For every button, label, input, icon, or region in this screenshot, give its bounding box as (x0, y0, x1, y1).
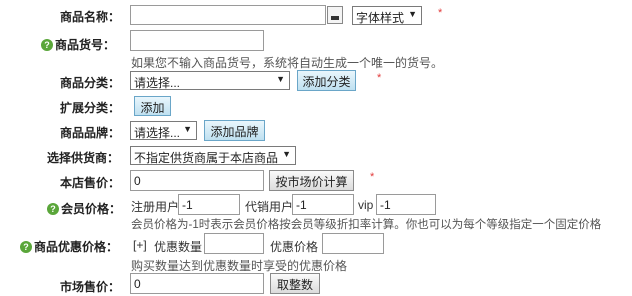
shop-price-input[interactable] (130, 170, 264, 191)
volume-price-input[interactable] (322, 233, 384, 254)
triangle-down-icon: ▼ (183, 124, 192, 134)
sn-input[interactable] (130, 30, 264, 51)
question-circle-icon[interactable]: ? (41, 38, 53, 51)
brand-label: 商品品牌： (60, 126, 121, 140)
member-price-hint: 会员价格为-1时表示会员价格按会员等级折扣率计算。你也可以为每个等级指定一个固定… (131, 219, 602, 231)
question-circle-icon[interactable]: ? (47, 202, 59, 215)
volume-price-toggle[interactable]: [+] (133, 238, 147, 252)
registered-user-label: 注册用户 (131, 200, 180, 214)
category-select-value: 请选择... (134, 76, 181, 90)
volume-qty-label: 优惠数量 (154, 240, 203, 254)
brand-select-value: 请选择... (134, 126, 181, 140)
market-price-label: 市场售价： (60, 280, 121, 294)
color-picker-icon[interactable] (327, 6, 343, 24)
vip-price-input[interactable] (376, 194, 436, 215)
font-style-select[interactable]: 字体样式 ▼ (352, 6, 422, 25)
category-select[interactable]: 请选择... ▼ (130, 71, 290, 90)
sn-label-text: 商品货号： (55, 38, 116, 52)
add-ext-category-button[interactable]: 添加 (134, 96, 171, 116)
triangle-down-icon: ▼ (276, 74, 285, 84)
volume-price-label-text: 商品优惠价格： (34, 240, 119, 254)
vip-label: vip (358, 198, 374, 212)
sn-label: ? 商品货号： (41, 36, 115, 53)
registered-user-price-input[interactable] (178, 194, 240, 215)
agent-user-label: 代销用户 (245, 200, 294, 214)
triangle-down-icon: ▼ (408, 9, 417, 19)
question-circle-icon[interactable]: ? (20, 240, 32, 253)
agent-user-price-input[interactable] (292, 194, 354, 215)
required-star: * (370, 171, 375, 183)
volume-price-hint: 购买数量达到优惠数量时享受的优惠价格 (131, 259, 348, 273)
volume-price-label: ? 商品优惠价格： (20, 238, 118, 255)
add-brand-button[interactable]: 添加品牌 (204, 120, 265, 141)
calc-by-market-price-button[interactable]: 按市场价计算 (269, 170, 354, 191)
font-style-value: 字体样式 (356, 11, 405, 25)
shop-price-label: 本店售价： (60, 176, 121, 190)
ext-category-label: 扩展分类： (60, 101, 121, 115)
member-price-label: ? 会员价格： (47, 200, 121, 217)
volume-qty-input[interactable] (204, 233, 264, 254)
required-star: * (377, 72, 382, 84)
round-integer-button[interactable]: 取整数 (270, 273, 320, 294)
market-price-input[interactable] (130, 273, 264, 294)
volume-price-text-label: 优惠价格 (270, 240, 319, 254)
triangle-down-icon: ▼ (282, 149, 291, 159)
member-price-label-text: 会员价格： (61, 202, 122, 216)
name-label: 商品名称： (60, 10, 121, 24)
name-input[interactable] (130, 5, 326, 25)
brand-select[interactable]: 请选择... ▼ (130, 121, 197, 140)
supplier-label: 选择供货商： (47, 151, 120, 165)
supplier-select-value: 不指定供货商属于本店商品 (134, 151, 279, 165)
supplier-select[interactable]: 不指定供货商属于本店商品 ▼ (130, 146, 296, 165)
add-category-button[interactable]: 添加分类 (297, 70, 356, 91)
category-label: 商品分类： (60, 76, 121, 90)
required-star: * (438, 7, 443, 19)
sn-hint: 如果您不输入商品货号，系统将自动生成一个唯一的货号。 (131, 56, 444, 70)
